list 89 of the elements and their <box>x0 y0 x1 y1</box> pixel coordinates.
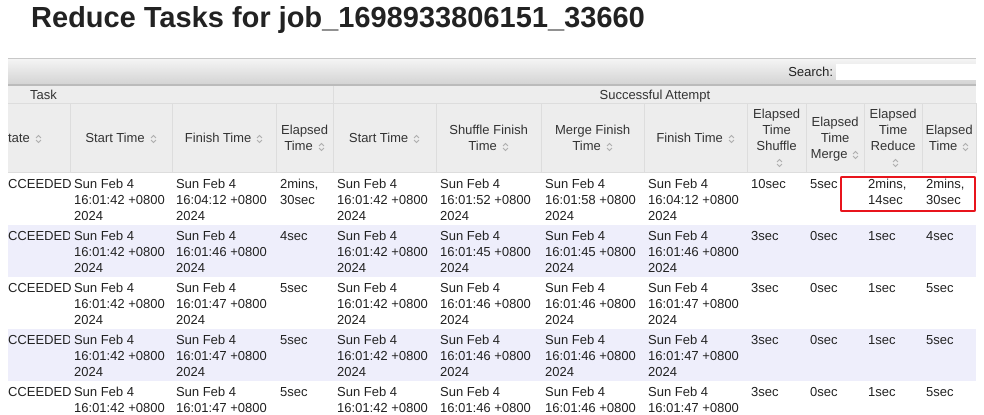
table-cell: Sun Feb 4 16:01:47 +0800 <box>644 381 748 415</box>
table-cell: Sun Feb 4 16:01:47 +0800 2024 <box>172 329 276 381</box>
table-cell: 0sec <box>806 225 864 277</box>
table-cell: 3sec <box>747 381 806 415</box>
table-cell: 5sec <box>922 381 976 415</box>
table-cell: Sun Feb 4 16:01:42 +0800 2024 <box>70 225 172 277</box>
table-cell: Sun Feb 4 16:01:46 +0800 2024 <box>172 225 276 277</box>
table-cell: Sun Feb 4 16:01:47 +0800 2024 <box>644 329 748 381</box>
table-cell: Sun Feb 4 16:01:47 +0800 2024 <box>172 277 276 329</box>
table-cell: 2mins, 30sec <box>922 172 976 225</box>
table-cell: Sun Feb 4 16:01:42 +0800 2024 <box>70 329 172 381</box>
table-cell: 5sec <box>276 381 334 415</box>
search-field[interactable] <box>836 64 976 80</box>
sort-icon <box>150 134 157 144</box>
table-cell: 5sec <box>922 277 976 329</box>
table-cell: Sun Feb 4 16:01:42 +0800 2024 <box>333 172 436 225</box>
table-cell: 5sec <box>276 329 334 381</box>
column-header[interactable]: Elapsed Time <box>276 104 334 172</box>
table-cell: CCEEDED <box>8 329 70 381</box>
table-cell: CCEEDED <box>8 277 70 329</box>
table-cell: 3sec <box>747 329 806 381</box>
sort-icon <box>34 134 42 144</box>
sort-icon <box>852 150 860 160</box>
table-cell: 3sec <box>747 277 806 329</box>
table-cell: Sun Feb 4 16:01:47 +0800 2024 <box>644 277 748 329</box>
table-cell: Sun Feb 4 16:01:47 +0800 <box>172 381 276 415</box>
table-cell: 0sec <box>806 381 864 415</box>
table-cell: Sun Feb 4 16:01:46 +0800 <box>436 381 542 415</box>
table-cell: CCEEDED <box>8 172 70 225</box>
table-cell: 1sec <box>864 329 922 381</box>
table-cell: 5sec <box>806 172 864 225</box>
table-cell: Sun Feb 4 16:01:46 +0800 2024 <box>541 329 644 381</box>
column-header[interactable]: tate <box>8 104 70 172</box>
table-cell: Sun Feb 4 16:01:42 +0800 <box>70 381 172 415</box>
sort-icon <box>606 142 613 152</box>
page-title: Reduce Tasks for job_1698933806151_33660 <box>30 1 646 36</box>
table-cell: Sun Feb 4 16:04:12 +0800 2024 <box>172 172 276 225</box>
table-cell: Sun Feb 4 16:01:45 +0800 2024 <box>541 225 644 277</box>
table-cell: 4sec <box>276 225 334 277</box>
sort-icon <box>962 142 970 152</box>
table-cell: Sun Feb 4 16:01:42 +0800 2024 <box>333 277 436 329</box>
column-header[interactable]: Start Time <box>333 104 436 172</box>
table-cell: Sun Feb 4 16:01:42 +0800 2024 <box>333 329 436 381</box>
sort-icon <box>413 134 420 144</box>
column-header[interactable]: Merge Finish Time <box>541 104 644 172</box>
table-cell: 2mins, 30sec <box>276 172 334 225</box>
table-cell: 5sec <box>276 277 334 329</box>
column-header[interactable]: Finish Time <box>644 104 748 172</box>
table-cell: 3sec <box>747 225 806 277</box>
table-cell: Sun Feb 4 16:01:46 +0800 <box>541 381 644 415</box>
table-cell: Sun Feb 4 16:01:45 +0800 2024 <box>436 225 542 277</box>
table-cell: CCEEDED <box>8 381 70 415</box>
table-cell: 1sec <box>864 225 922 277</box>
table-cell: 10sec <box>747 172 806 225</box>
table-cell: Sun Feb 4 16:01:52 +0800 2024 <box>436 172 542 225</box>
column-group-header: Task <box>8 86 334 104</box>
table-cell: Sun Feb 4 16:01:46 +0800 2024 <box>541 277 644 329</box>
column-header[interactable]: Shuffle Finish Time <box>436 104 542 172</box>
sort-icon <box>776 158 783 168</box>
sort-icon <box>318 142 325 152</box>
column-header[interactable]: Elapsed Time <box>922 104 976 172</box>
table-cell: 1sec <box>864 381 922 415</box>
table-cell: Sun Feb 4 16:04:12 +0800 2024 <box>644 172 748 225</box>
table-cell: 1sec <box>864 277 922 329</box>
table-cell: Sun Feb 4 16:01:42 +0800 2024 <box>70 277 172 329</box>
table-cell: CCEEDED <box>8 225 70 277</box>
column-group-header: Successful Attempt <box>333 86 976 104</box>
table-cell: 0sec <box>806 277 864 329</box>
column-header[interactable]: Finish Time <box>172 104 276 172</box>
table-cell: 5sec <box>922 329 976 381</box>
table-cell: 2mins, 14sec <box>864 172 922 225</box>
sort-icon <box>502 142 509 152</box>
column-header[interactable]: Elapsed Time Merge <box>806 104 864 172</box>
table-cell: 0sec <box>806 329 864 381</box>
column-header[interactable]: Elapsed Time Shuffle <box>747 104 806 172</box>
sort-icon <box>892 158 900 168</box>
column-header[interactable]: Elapsed Time Reduce <box>864 104 922 172</box>
table-cell: 4sec <box>922 225 976 277</box>
table-cell: Sun Feb 4 16:01:46 +0800 2024 <box>436 277 542 329</box>
search-label: Search: <box>788 64 833 79</box>
sort-icon <box>728 134 735 144</box>
sort-icon <box>256 134 264 144</box>
table-cell: Sun Feb 4 16:01:46 +0800 2024 <box>436 329 542 381</box>
column-header[interactable]: Start Time <box>70 104 172 172</box>
table-cell: Sun Feb 4 16:01:42 +0800 <box>333 381 436 415</box>
table-cell: Sun Feb 4 16:01:46 +0800 2024 <box>644 225 748 277</box>
table-cell: Sun Feb 4 16:01:42 +0800 2024 <box>70 172 172 225</box>
table-cell: Sun Feb 4 16:01:58 +0800 2024 <box>541 172 644 225</box>
table-cell: Sun Feb 4 16:01:42 +0800 2024 <box>333 225 436 277</box>
